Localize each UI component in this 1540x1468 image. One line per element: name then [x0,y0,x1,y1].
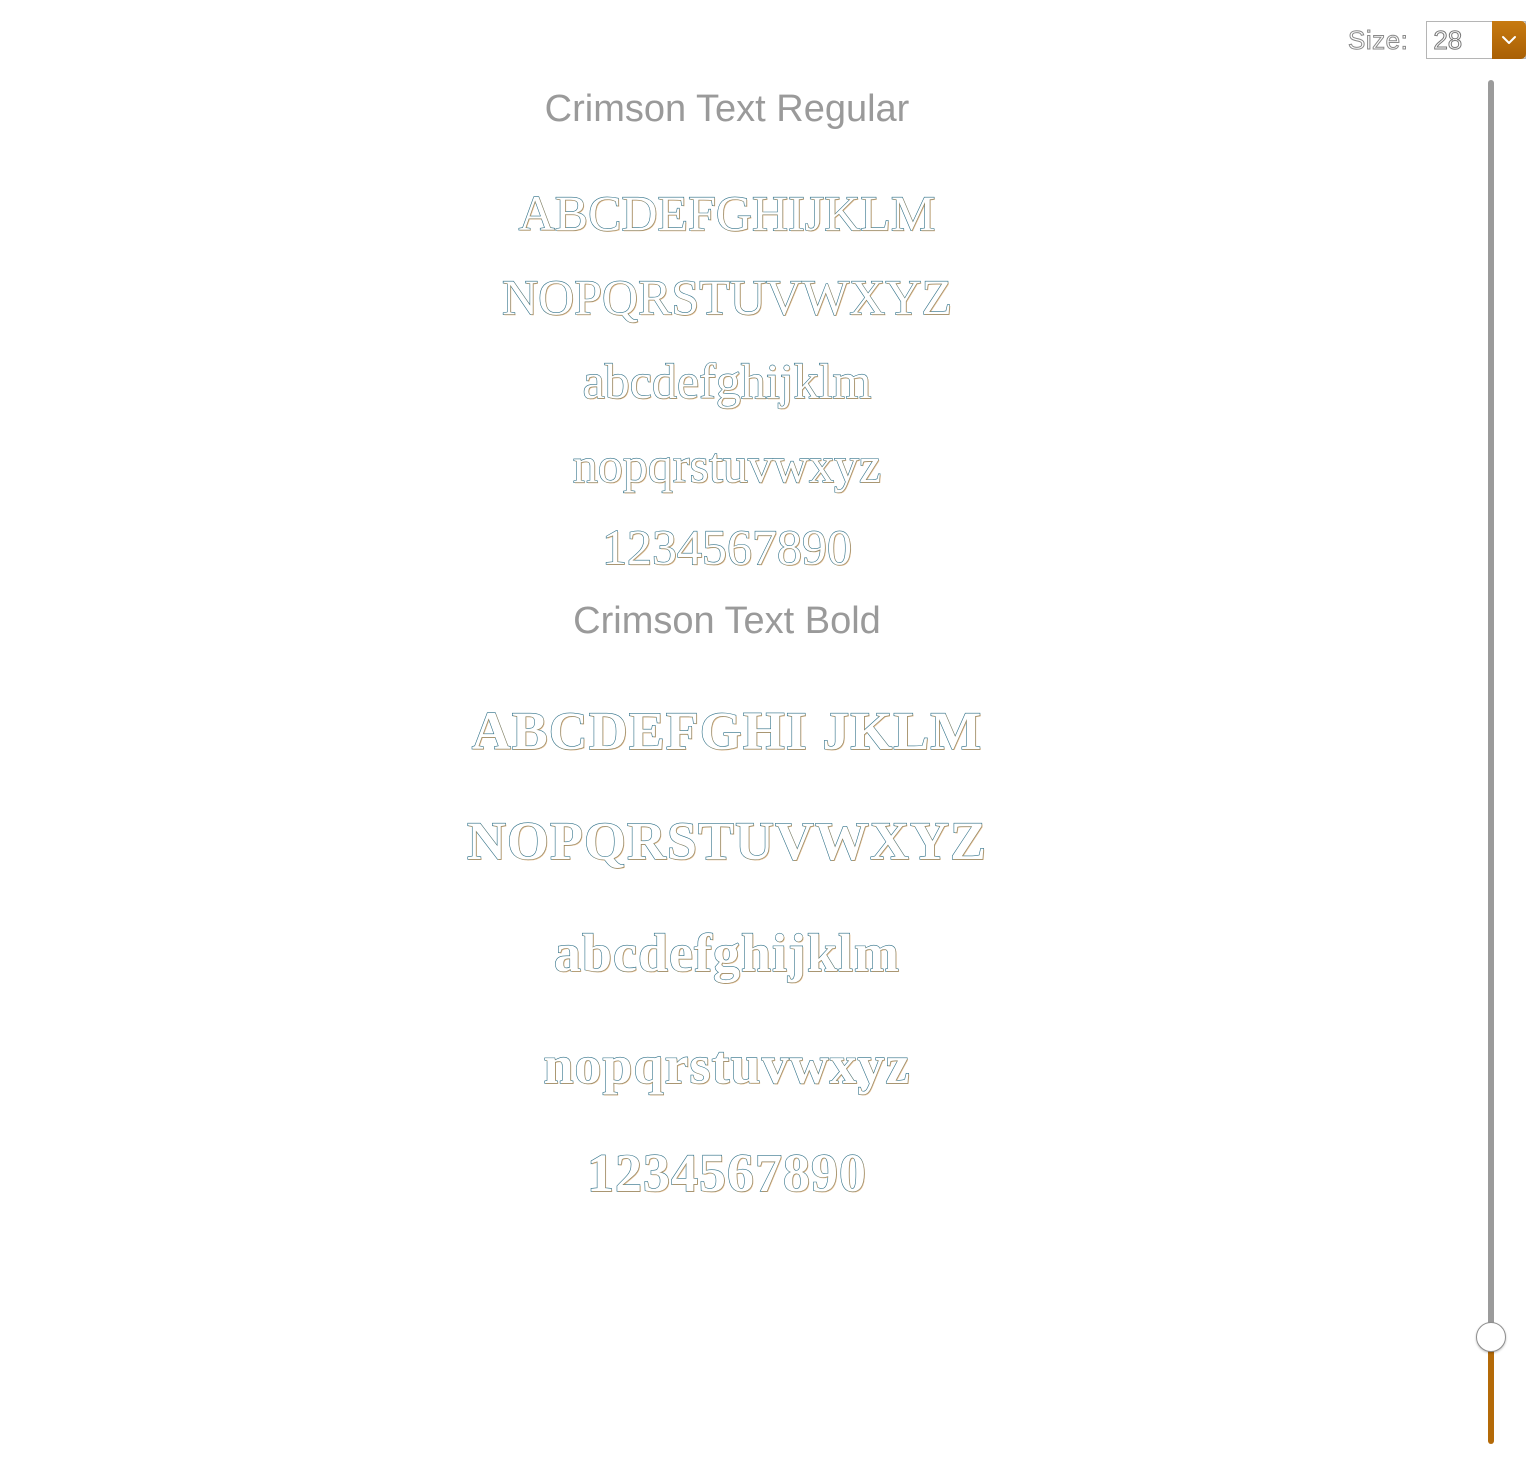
sample-bold-uppercase-2: NOPQRSTUVWXYZ [466,811,988,871]
sample-bold-uppercase-1: ABCDEFGHI JKLM [471,701,983,761]
size-control: Size: 28 [1347,20,1527,60]
sample-bold-lowercase-1: abcdefghijklm [553,923,901,983]
sample-digits: 1234567890 [601,519,852,575]
sample-lowercase-2: nopqrstuvwxyz [572,437,882,493]
chevron-down-icon [1502,36,1517,44]
size-slider[interactable] [1476,80,1506,1446]
specimen-regular: Crimson Text Regular ABCDEFGHIJKLM NOPQR… [327,0,1127,1468]
slider-track[interactable] [1488,80,1494,1338]
dropdown-arrow-button[interactable] [1492,21,1527,59]
size-label: Size: [1347,24,1409,55]
sample-lowercase-1: abcdefghijklm [582,353,872,409]
sample-bold-lowercase-2: nopqrstuvwxyz [543,1035,911,1095]
sample-uppercase-1: ABCDEFGHIJKLM [518,185,936,241]
face-title-bold: Crimson Text Bold [573,600,881,642]
face-title-regular: Crimson Text Regular [544,88,910,130]
sample-uppercase-2: NOPQRSTUVWXYZ [501,269,952,325]
slider-fill [1488,1338,1494,1444]
size-select[interactable]: 28 [1426,21,1527,59]
size-value: 28 [1433,24,1463,55]
slider-thumb[interactable] [1476,1322,1506,1352]
sample-bold-digits: 1234567890 [586,1143,867,1203]
